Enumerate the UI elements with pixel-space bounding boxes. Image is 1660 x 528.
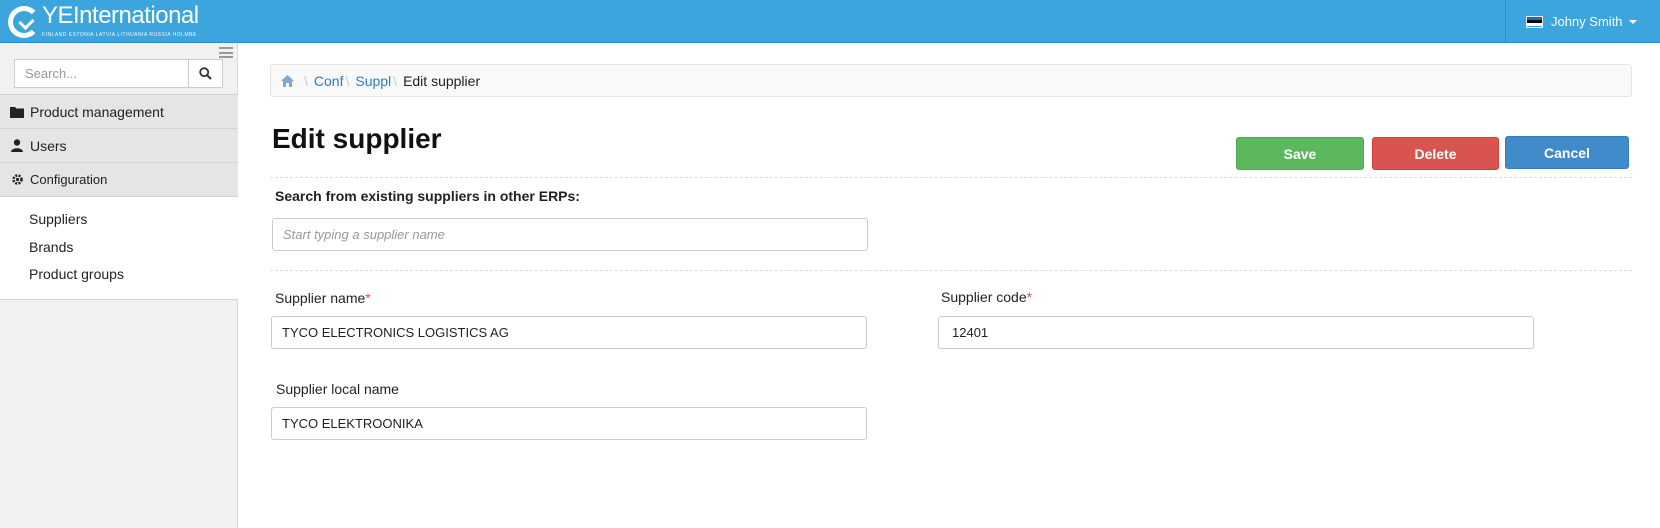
user-name: Johny Smith — [1551, 14, 1623, 29]
logo-mark-icon — [8, 6, 40, 38]
divider — [270, 270, 1632, 271]
top-bar: YEInternational FINLAND ESTONIA LATVIA L… — [0, 0, 1660, 43]
gear-icon — [10, 173, 24, 187]
sidebar-item-label: Product management — [30, 103, 164, 120]
breadcrumb-item-configuration[interactable]: Conf — [314, 73, 344, 89]
user-icon — [10, 139, 24, 153]
supplier-local-name-label: Supplier local name — [276, 381, 399, 397]
supplier-name-field[interactable] — [271, 316, 867, 349]
sidebar-item-configuration[interactable]: Configuration — [0, 162, 238, 196]
submenu-item-product-groups[interactable]: Product groups — [29, 266, 124, 282]
home-icon[interactable] — [281, 74, 294, 87]
supplier-search-input[interactable] — [272, 218, 868, 251]
sidebar-item-users[interactable]: Users — [0, 128, 238, 162]
folder-icon — [10, 105, 24, 119]
supplier-code-label-text: Supplier code — [941, 289, 1027, 305]
breadcrumb-separator: \ — [304, 72, 308, 89]
supplier-code-field[interactable] — [938, 316, 1534, 349]
breadcrumb-separator: \ — [345, 72, 350, 89]
sidebar: Product management Users Configuration S… — [0, 43, 238, 528]
estonia-flag-icon — [1526, 15, 1543, 28]
sidebar-item-label: Configuration — [30, 172, 108, 187]
breadcrumb-separator: \ — [393, 72, 398, 89]
supplier-local-name-field[interactable] — [271, 407, 867, 440]
supplier-name-label: Supplier name* — [275, 290, 371, 306]
submenu-item-suppliers[interactable]: Suppliers — [29, 211, 87, 227]
sidebar-search-input[interactable] — [14, 59, 189, 88]
cancel-button[interactable]: Cancel — [1505, 136, 1629, 169]
sidebar-search — [14, 59, 223, 88]
supplier-search-label: Search from existing suppliers in other … — [275, 188, 580, 204]
caret-down-icon — [1628, 19, 1637, 24]
divider — [270, 177, 1632, 178]
logo-tagline: FINLAND ESTONIA LATVIA LITHUANIA RUSSIA … — [42, 32, 197, 38]
search-button[interactable] — [189, 59, 223, 88]
configuration-submenu: Suppliers Brands Product groups — [0, 196, 238, 300]
breadcrumb-current: Edit supplier — [403, 72, 481, 89]
user-menu[interactable]: Johny Smith — [1505, 0, 1660, 43]
sidebar-item-product-management[interactable]: Product management — [0, 94, 238, 128]
save-button[interactable]: Save — [1236, 137, 1364, 170]
breadcrumb-item-suppliers[interactable]: Suppl — [355, 73, 391, 89]
delete-button[interactable]: Delete — [1372, 137, 1499, 170]
submenu-item-brands[interactable]: Brands — [29, 239, 73, 255]
sidebar-item-label: Users — [30, 137, 67, 154]
logo-name: YEInternational — [42, 2, 199, 29]
supplier-code-label: Supplier code* — [941, 289, 1032, 305]
breadcrumb: \ Conf \ Suppl \ Edit supplier — [270, 64, 1632, 97]
required-marker: * — [365, 290, 371, 306]
search-icon — [199, 67, 212, 80]
page-title: Edit supplier — [272, 123, 442, 154]
required-marker: * — [1026, 289, 1033, 305]
logo[interactable]: YEInternational FINLAND ESTONIA LATVIA L… — [8, 4, 199, 40]
sidebar-toggle-icon[interactable] — [219, 47, 233, 58]
supplier-name-label-text: Supplier name — [275, 290, 366, 306]
